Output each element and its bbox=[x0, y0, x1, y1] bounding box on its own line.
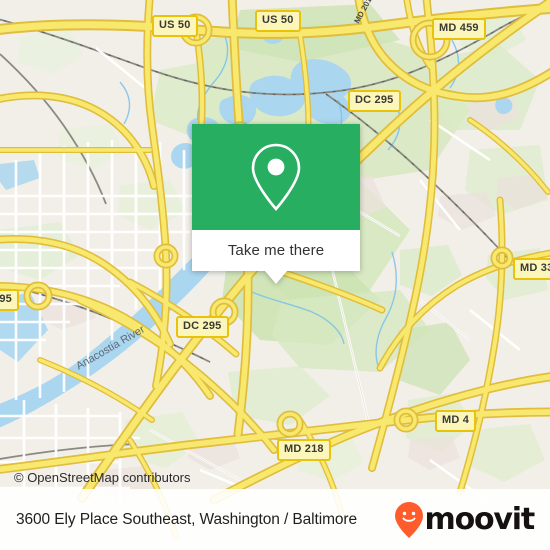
bottom-bar-content: 3600 Ely Place Southeast, Washington / B… bbox=[0, 501, 550, 539]
map-pin-icon bbox=[251, 143, 301, 211]
road-shield: MD 459 bbox=[432, 18, 486, 40]
map-screenshot-root: US 50 US 50 MD 459 DC 295 MD 33 DC 295 595 MD 2… bbox=[0, 0, 550, 550]
road-shield: US 50 bbox=[255, 10, 301, 32]
moovit-logo[interactable]: moovit bbox=[394, 501, 536, 539]
road-shield: MD 33 bbox=[513, 258, 550, 280]
callout-icon-area bbox=[192, 124, 360, 230]
take-me-there-label: Take me there bbox=[227, 242, 325, 259]
road-shield: MD 218 bbox=[277, 439, 331, 461]
bottom-info-bar: 3600 Ely Place Southeast, Washington / B… bbox=[0, 489, 550, 550]
moovit-wordmark: moovit bbox=[424, 501, 536, 537]
road-shield: DC 295 bbox=[348, 90, 401, 112]
moovit-smiley-pin-icon bbox=[394, 501, 423, 538]
address-label: 3600 Ely Place Southeast, Washington / B… bbox=[16, 510, 357, 528]
road-shield: MD 4 bbox=[435, 410, 477, 432]
callout-pointer-tail bbox=[265, 271, 287, 284]
road-shield: US 50 bbox=[152, 15, 198, 37]
road-shield: DC 295 bbox=[176, 316, 229, 338]
road-shield: 595 bbox=[0, 289, 19, 311]
osm-attribution[interactable]: © OpenStreetMap contributors bbox=[14, 470, 191, 485]
take-me-there-button[interactable]: Take me there bbox=[192, 230, 360, 271]
location-callout-card[interactable]: Take me there bbox=[192, 124, 360, 284]
